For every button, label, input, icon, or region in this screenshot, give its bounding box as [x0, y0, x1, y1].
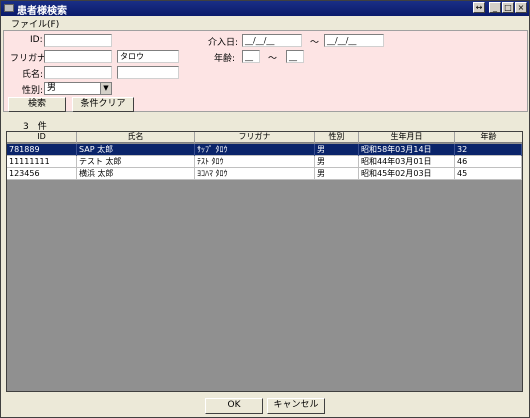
age-to-input[interactable]: __ — [286, 50, 304, 63]
cell-id: 11111111 — [7, 156, 77, 168]
cell-name: SAP 太郎 — [77, 144, 195, 156]
column-header-dob[interactable]: 生年月日 — [359, 132, 455, 143]
restore-size-button[interactable]: ↔ — [473, 2, 485, 13]
name-label: 氏名: — [22, 70, 44, 80]
title-bar[interactable]: 患者様検索 ↔ _ □ × — [1, 1, 529, 17]
age-label: 年齢: — [214, 54, 236, 64]
ok-button[interactable]: OK — [205, 398, 263, 414]
column-header-sex[interactable]: 性別 — [315, 132, 359, 143]
app-icon — [4, 4, 14, 12]
minimize-button[interactable]: _ — [489, 2, 501, 13]
admission-date-to-input[interactable]: __/__/__ — [324, 34, 384, 47]
table-row[interactable]: 123456 横浜 太郎 ﾖｺﾊﾏ ﾀﾛｳ男昭和45年02月03日 45 — [7, 168, 522, 180]
age-from-input[interactable]: __ — [242, 50, 260, 63]
table-header: ID 氏名 フリガナ 性別 生年月日 年齢 — [7, 132, 522, 143]
kana-first-input[interactable]: タロウ — [117, 50, 179, 63]
cell-sex: 男 — [315, 168, 359, 180]
id-input[interactable] — [44, 34, 112, 47]
table-row[interactable]: 781889 SAP 太郎 ｻｯﾌﾟ ﾀﾛｳ男昭和58年03月14日 32 — [7, 144, 522, 156]
admission-date-from-input[interactable]: __/__/__ — [242, 34, 302, 47]
chevron-down-icon[interactable]: ▼ — [100, 83, 111, 94]
patient-search-window: 患者様検索 ↔ _ □ × ファイル(F) ID: フリガナ: タロウ 氏名: … — [0, 0, 530, 418]
cell-dob: 昭和58年03月14日 — [359, 144, 455, 156]
sex-label: 性別: — [22, 86, 44, 96]
window-title: 患者様検索 — [17, 6, 67, 17]
table-row[interactable]: 11111111 テスト 太郎 ﾃｽﾄ ﾀﾛｳ男昭和44年03月01日 46 — [7, 156, 522, 168]
admission-date-label: 介入日: — [208, 38, 239, 48]
column-header-kana[interactable]: フリガナ — [195, 132, 315, 143]
cell-age: 32 — [455, 144, 522, 156]
search-conditions-panel: ID: フリガナ: タロウ 氏名: 性別: 男 ▼ 介入日: __/__/__ … — [3, 30, 528, 112]
cell-age: 45 — [455, 168, 522, 180]
name-last-input[interactable] — [44, 66, 112, 79]
sex-select[interactable]: 男 ▼ — [44, 82, 112, 95]
cell-sex: 男 — [315, 144, 359, 156]
menu-file[interactable]: ファイル(F) — [11, 17, 59, 30]
kana-last-input[interactable] — [44, 50, 112, 63]
cell-kana: ﾃｽﾄ ﾀﾛｳ — [195, 156, 315, 168]
search-button[interactable]: 検索 — [8, 97, 66, 112]
cell-dob: 昭和44年03月01日 — [359, 156, 455, 168]
age-separator: 〜 — [268, 54, 278, 64]
cell-sex: 男 — [315, 156, 359, 168]
cell-id: 123456 — [7, 168, 77, 180]
sex-select-value: 男 — [47, 83, 57, 93]
cell-kana: ｻｯﾌﾟ ﾀﾛｳ — [195, 144, 315, 156]
column-header-age[interactable]: 年齢 — [455, 132, 522, 143]
cell-name: テスト 太郎 — [77, 156, 195, 168]
cell-name: 横浜 太郎 — [77, 168, 195, 180]
column-header-name[interactable]: 氏名 — [77, 132, 195, 143]
cancel-button[interactable]: キャンセル — [267, 398, 325, 414]
cell-age: 46 — [455, 156, 522, 168]
column-header-id[interactable]: ID — [7, 132, 77, 143]
maximize-button[interactable]: □ — [502, 2, 514, 13]
cell-kana: ﾖｺﾊﾏ ﾀﾛｳ — [195, 168, 315, 180]
clear-conditions-button[interactable]: 条件クリア — [72, 97, 134, 112]
results-table: ID 氏名 フリガナ 性別 生年月日 年齢 781889 SAP 太郎 ｻｯﾌﾟ ﾀ… — [6, 131, 523, 392]
close-button[interactable]: × — [515, 2, 527, 13]
admission-date-separator: 〜 — [310, 38, 320, 48]
menu-bar: ファイル(F) — [1, 16, 529, 30]
cell-id: 781889 — [7, 144, 77, 156]
id-label: ID: — [30, 35, 43, 45]
name-first-input[interactable] — [117, 66, 179, 79]
cell-dob: 昭和45年02月03日 — [359, 168, 455, 180]
